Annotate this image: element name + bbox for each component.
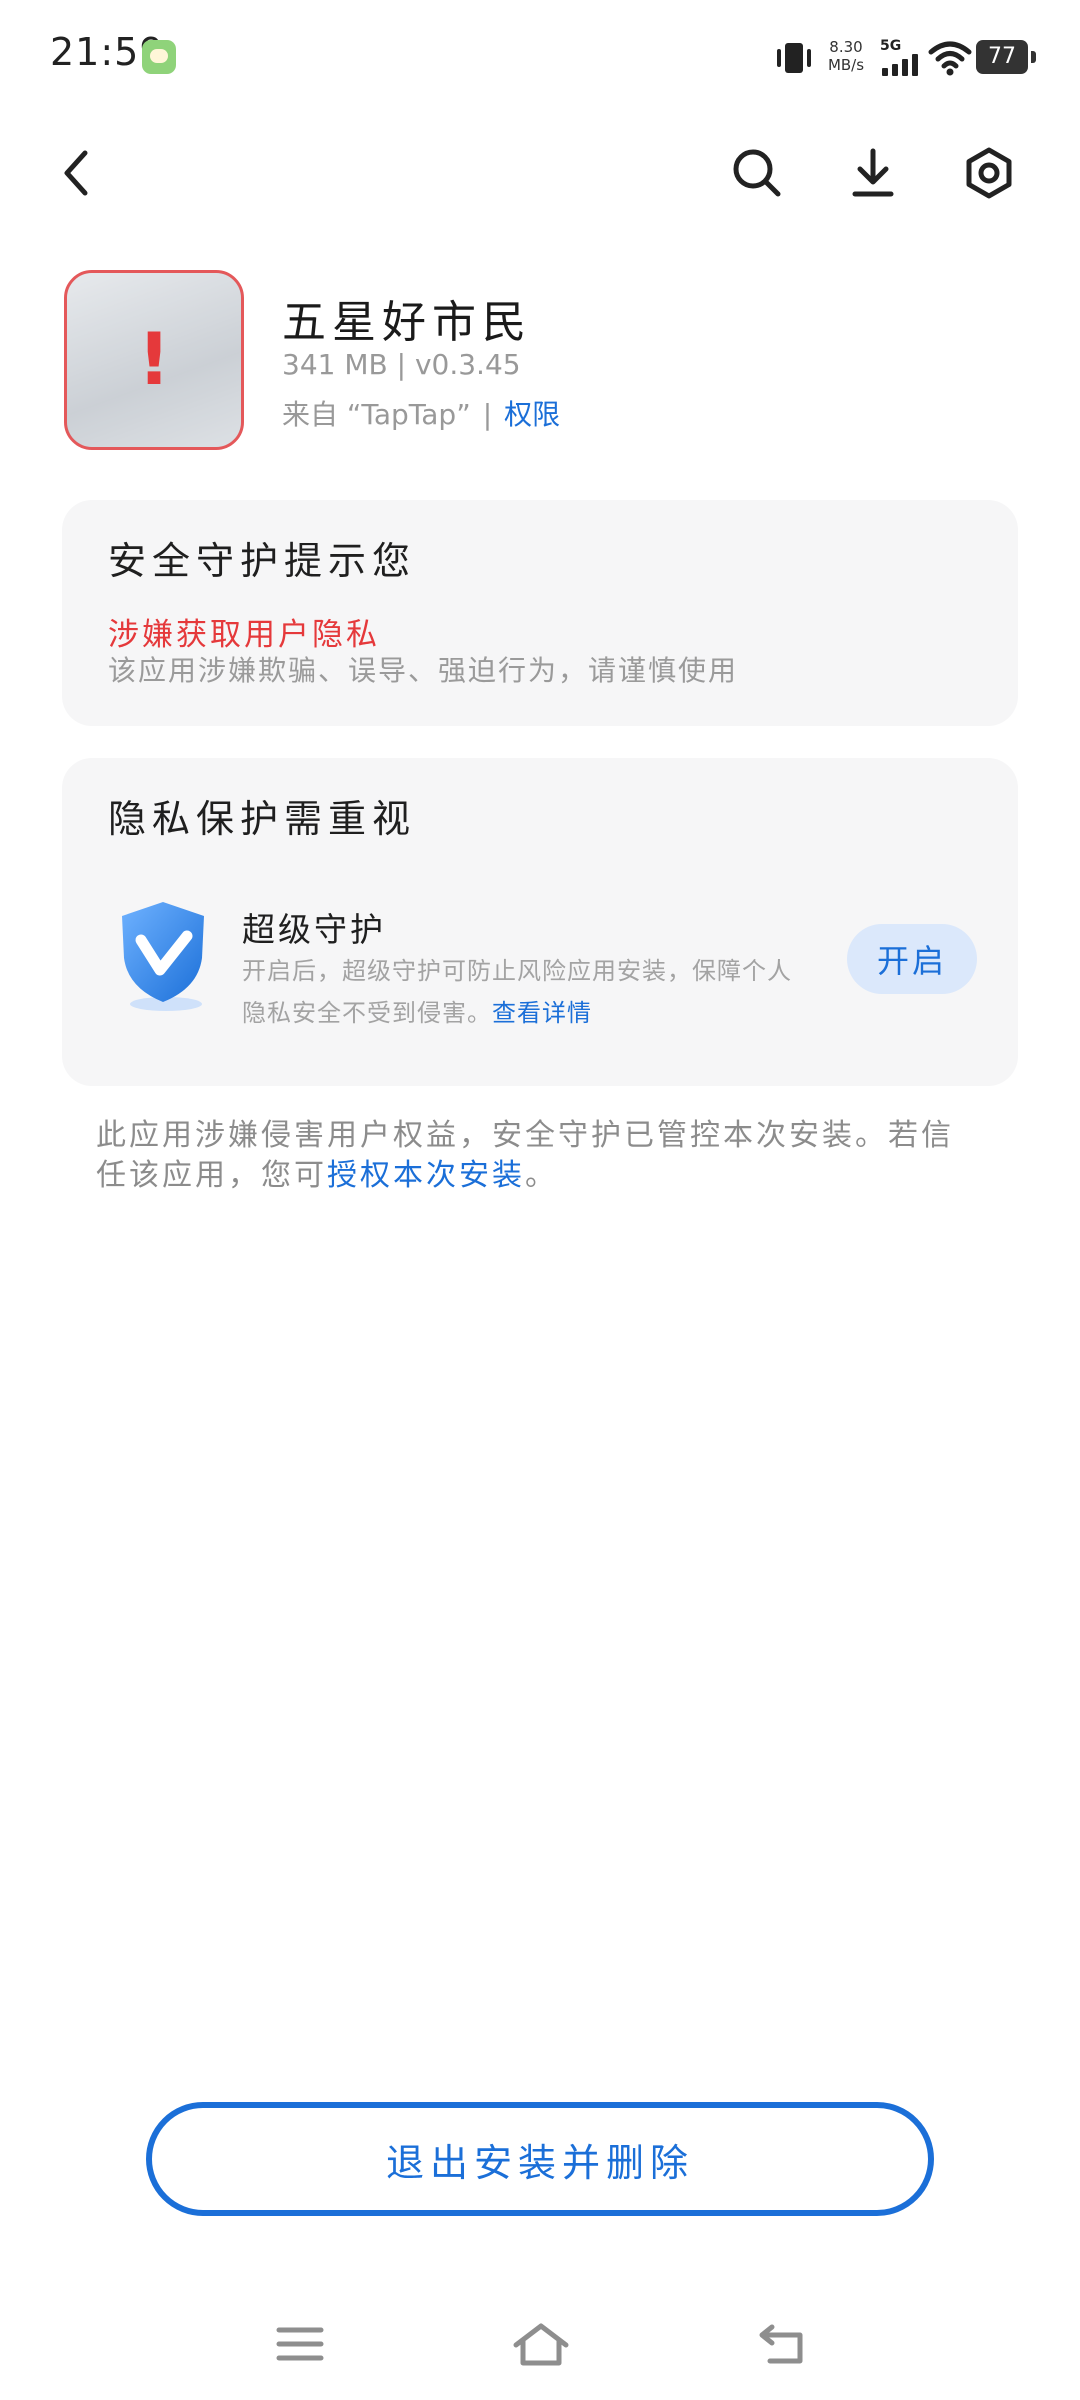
search-button[interactable] — [722, 138, 792, 208]
status-bar: 21:59 8.30 MB/s 5G 77 — [0, 0, 1080, 110]
install-notice: 此应用涉嫌侵害用户权益，安全守护已管控本次安装。若信任该应用，您可授权本次安装。 — [96, 1116, 976, 1196]
network-speed: 8.30 MB/s — [826, 38, 866, 74]
battery-indicator: 77 — [976, 40, 1036, 74]
security-warning-card: 安全守护提示您 涉嫌获取用户隐私 该应用涉嫌欺骗、误导、强迫行为，请谨慎使用 — [62, 500, 1018, 726]
permissions-link[interactable]: 权限 — [504, 398, 560, 431]
download-button[interactable] — [838, 138, 908, 208]
top-toolbar — [0, 130, 1080, 220]
warning-alert-icon: ! — [137, 317, 171, 401]
shield-icon — [122, 902, 204, 1011]
settings-icon — [966, 147, 1012, 199]
app-name: 五星好市民 — [282, 297, 532, 348]
chevron-left-icon — [64, 150, 88, 196]
wifi-icon — [928, 41, 972, 76]
signal-indicator: 5G — [880, 38, 924, 76]
exit-and-delete-button[interactable]: 退出安装并删除 — [146, 2102, 934, 2216]
network-type: 5G — [880, 38, 902, 54]
notification-app-icon — [142, 40, 176, 74]
app-icon: ! — [64, 270, 244, 450]
security-card-title: 安全守护提示您 — [108, 539, 417, 583]
view-details-link[interactable]: 查看详情 — [492, 999, 592, 1027]
risk-warning-description: 该应用涉嫌欺骗、误导、强迫行为，请谨慎使用 — [108, 654, 739, 687]
home-icon — [513, 2323, 569, 2366]
nav-home-button[interactable] — [506, 2314, 576, 2374]
risk-warning-title: 涉嫌获取用户隐私 — [108, 617, 380, 653]
super-protection-title: 超级守护 — [242, 910, 386, 949]
back-arrow-icon — [759, 2324, 803, 2364]
nav-menu-button[interactable] — [265, 2314, 335, 2374]
settings-button[interactable] — [954, 138, 1024, 208]
app-size-version: 341 MB | v0.3.45 — [282, 348, 521, 381]
navigation-bar — [0, 2300, 1080, 2400]
signal-bars-icon — [882, 54, 918, 76]
privacy-protection-card: 隐私保护需重视 超级守护 开启后，超级守护可防止风险应用安装，保障个人隐私安全不… — [62, 758, 1018, 1086]
authorize-install-link[interactable]: 授权本次安装 — [327, 1158, 525, 1193]
search-icon — [733, 149, 781, 197]
back-button[interactable] — [42, 138, 112, 208]
install-notice-end: 。 — [525, 1158, 558, 1193]
enable-protection-button[interactable]: 开启 — [847, 924, 977, 994]
menu-icon — [276, 2327, 324, 2361]
super-protection-description: 开启后，超级守护可防止风险应用安装，保障个人隐私安全不受到侵害。查看详情 — [242, 950, 802, 1034]
download-icon — [852, 148, 894, 197]
app-source: 来自 “TapTap” | 权限 — [282, 393, 560, 433]
network-speed-unit: MB/s — [827, 56, 865, 74]
app-source-separator: | — [482, 398, 493, 431]
nav-back-button[interactable] — [748, 2314, 818, 2374]
privacy-card-title: 隐私保护需重视 — [108, 797, 417, 841]
vibrate-icon — [777, 43, 811, 73]
network-speed-value: 8.30 — [829, 38, 863, 56]
app-source-label: 来自 “TapTap” — [282, 398, 471, 431]
